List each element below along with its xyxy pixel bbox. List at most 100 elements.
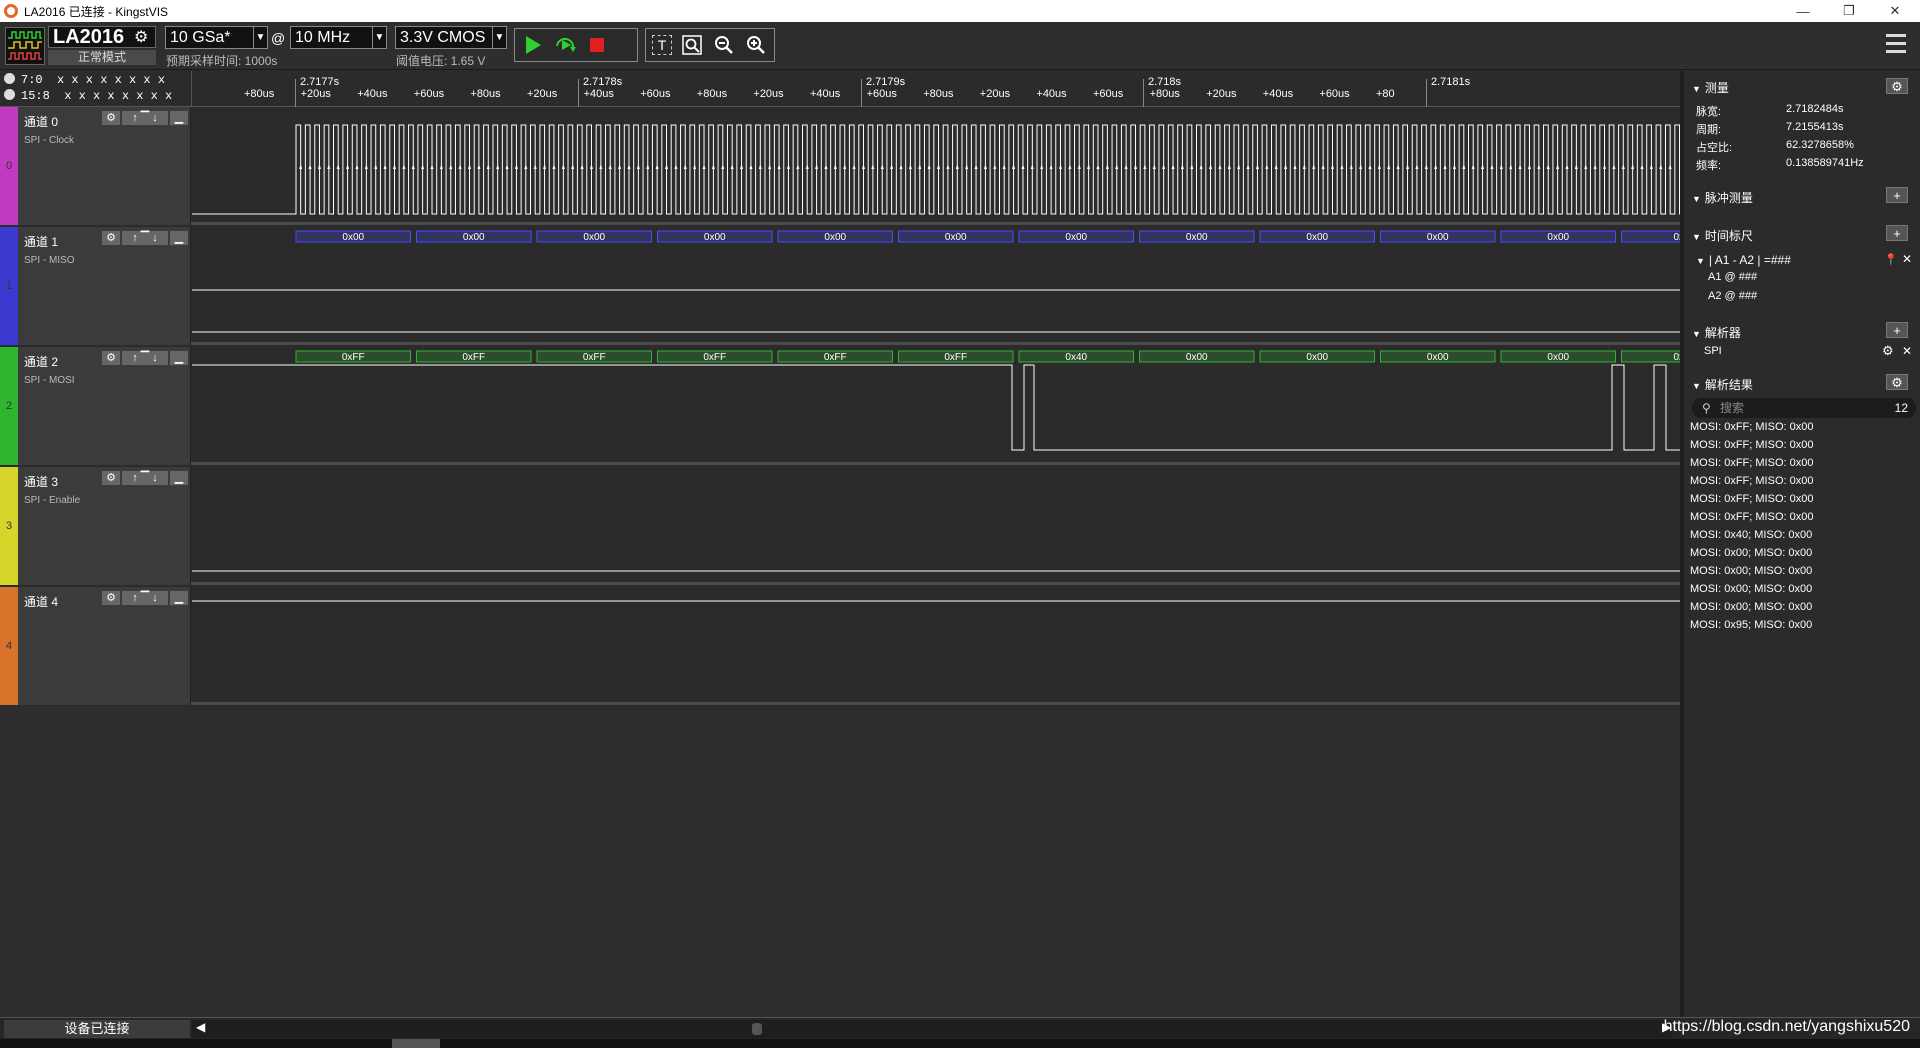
scroll-left-icon[interactable]: ◀ <box>196 1020 205 1034</box>
result-item[interactable]: MOSI: 0x00; MISO: 0x00 <box>1690 547 1812 559</box>
low-level-trigger-icon[interactable]: ▁ <box>170 231 188 245</box>
sample-rate-value: 10 GSa* <box>170 29 231 46</box>
result-item[interactable]: MOSI: 0x95; MISO: 0x00 <box>1690 619 1812 631</box>
stop-icon[interactable] <box>585 33 609 57</box>
low-level-trigger-icon[interactable]: ▁ <box>170 471 188 485</box>
close-icon[interactable]: ✕ <box>1902 252 1912 266</box>
watermark: https://blog.csdn.net/yangshixu520 <box>1663 1018 1910 1035</box>
analyzer-section-title[interactable]: 解析器 <box>1692 324 1741 341</box>
app-logo-icon <box>4 4 18 18</box>
decode-value: 0x00 <box>1186 232 1208 243</box>
zoom-in-icon[interactable] <box>744 33 768 57</box>
close-icon[interactable]: ✕ <box>1902 344 1912 358</box>
device-waveform-icon[interactable] <box>5 27 45 65</box>
trigger-radio[interactable] <box>4 73 15 84</box>
gear-icon[interactable]: ⚙ <box>102 111 120 125</box>
channel-color-bar[interactable]: 1 <box>0 227 18 345</box>
gear-icon[interactable]: ⚙ <box>102 351 120 365</box>
maximize-button[interactable]: ❐ <box>1826 0 1872 22</box>
edge-trigger-icon[interactable]: ↑ ▔ ↓ <box>122 351 168 365</box>
channel-info: 通道 0 SPI - Clock ⚙ ↑ ▔ ↓ ▁ <box>18 107 191 225</box>
edge-trigger-icon[interactable]: ↑ ▔ ↓ <box>122 591 168 605</box>
result-item[interactable]: MOSI: 0xFF; MISO: 0x00 <box>1690 421 1813 433</box>
channel-name[interactable]: 通道 4 <box>24 593 58 610</box>
menu-icon[interactable] <box>1886 34 1906 56</box>
channel-row-4[interactable]: 4 通道 4 ⚙ ↑ ▔ ↓ ▁ <box>0 587 1680 705</box>
channel-color-bar[interactable]: 3 <box>0 467 18 585</box>
voltage-select[interactable]: 3.3V CMOS ▼ <box>395 26 507 49</box>
edge-trigger-icon[interactable]: ↑ ▔ ↓ <box>122 111 168 125</box>
low-level-trigger-icon[interactable]: ▁ <box>170 111 188 125</box>
sample-frequency-select[interactable]: 10 MHz ▼ <box>290 26 387 49</box>
channel-name[interactable]: 通道 2 <box>24 353 58 370</box>
result-item[interactable]: MOSI: 0x00; MISO: 0x00 <box>1690 565 1812 577</box>
channel-row-3[interactable]: 3 通道 3 SPI - Enable ⚙ ↑ ▔ ↓ ▁ <box>0 467 1680 585</box>
ruler-major-tick: 2.7177s <box>300 76 340 88</box>
zoom-fit-icon[interactable] <box>680 33 704 57</box>
result-item[interactable]: MOSI: 0xFF; MISO: 0x00 <box>1690 457 1813 469</box>
decode-box[interactable] <box>1621 230 1681 243</box>
decode-value: 0xFF <box>944 352 967 363</box>
result-item[interactable]: MOSI: 0xFF; MISO: 0x00 <box>1690 493 1813 505</box>
time-ruler-section-title[interactable]: 时间标尺 <box>1692 227 1753 244</box>
result-item[interactable]: MOSI: 0xFF; MISO: 0x00 <box>1690 439 1813 451</box>
time-ruler[interactable]: 7:0 x x x x x x x x 15:8 x x x x x x x x… <box>0 71 1680 107</box>
zoom-out-icon[interactable] <box>712 33 736 57</box>
edge-trigger-icon[interactable]: ↑ ▔ ↓ <box>122 471 168 485</box>
minimize-button[interactable]: — <box>1780 0 1826 22</box>
pin-icon[interactable]: 📍 <box>1884 253 1898 266</box>
add-analyzer-button[interactable]: + <box>1886 322 1908 338</box>
low-level-trigger-icon[interactable]: ▁ <box>170 351 188 365</box>
channel-name[interactable]: 通道 1 <box>24 233 58 250</box>
sample-rate-select[interactable]: 10 GSa* ▼ <box>165 26 268 49</box>
results-section-title[interactable]: 解析结果 <box>1692 376 1753 393</box>
result-item[interactable]: MOSI: 0xFF; MISO: 0x00 <box>1690 475 1813 487</box>
result-item[interactable]: MOSI: 0x00; MISO: 0x00 <box>1690 601 1812 613</box>
search-input[interactable]: ⚲ 搜索 12 <box>1692 398 1916 418</box>
text-tool-icon[interactable]: T <box>652 35 672 55</box>
toolbar: LA2016 ⚙ 正常模式 10 GSa* ▼ @ 10 MHz ▼ 3.3V … <box>0 22 1920 70</box>
gear-icon[interactable]: ⚙ <box>102 591 120 605</box>
add-pulse-button[interactable]: + <box>1886 187 1908 203</box>
ruler-major-tick: 2.7178s <box>583 76 623 88</box>
ruler-minor-tick: +20us <box>753 88 784 100</box>
channel-row-1[interactable]: 1 通道 1 SPI - MISO ⚙ ↑ ▔ ↓ ▁ 0x00 0x00 0x00… <box>0 227 1680 345</box>
trigger-radio[interactable] <box>4 89 15 100</box>
trigger-row-15-8-text: 15:8 x x x x x x x x <box>21 89 173 103</box>
result-item[interactable]: MOSI: 0xFF; MISO: 0x00 <box>1690 511 1813 523</box>
channel-color-bar[interactable]: 2 <box>0 347 18 465</box>
channel-name[interactable]: 通道 0 <box>24 113 58 130</box>
channel-name[interactable]: 通道 3 <box>24 473 58 490</box>
channel-color-bar[interactable]: 0 <box>0 107 18 225</box>
channel-row-0[interactable]: 0 通道 0 SPI - Clock ⚙ ↑ ▔ ↓ ▁ <box>0 107 1680 225</box>
ruler-minor-tick: +20us <box>300 88 331 100</box>
ruler-expression[interactable]: | A1 - A2 | =### <box>1696 253 1791 267</box>
close-button[interactable]: ✕ <box>1872 0 1918 22</box>
decode-box[interactable] <box>1621 350 1681 363</box>
channel-row-2[interactable]: 2 通道 2 SPI - MOSI ⚙ ↑ ▔ ↓ ▁ 0xFF 0xFF 0xFF… <box>0 347 1680 465</box>
gear-icon[interactable]: ⚙ <box>102 471 120 485</box>
measure-settings-gear-icon[interactable]: ⚙ <box>1886 78 1908 94</box>
loop-play-icon[interactable] <box>553 33 577 57</box>
trigger-row-15-8[interactable]: 15:8 x x x x x x x x <box>4 89 172 103</box>
measure-section-title[interactable]: 测量 <box>1692 79 1729 96</box>
edge-trigger-icon[interactable]: ↑ ▔ ↓ <box>122 231 168 245</box>
device-settings-gear-icon[interactable]: ⚙ <box>134 27 148 47</box>
add-ruler-button[interactable]: + <box>1886 225 1908 241</box>
channel-description: SPI - MISO <box>24 255 75 266</box>
gear-icon[interactable]: ⚙ <box>102 231 120 245</box>
horizontal-scrollbar[interactable] <box>192 1020 1672 1038</box>
taskbar-strip <box>0 1039 1920 1048</box>
scrollbar-thumb[interactable] <box>752 1023 762 1035</box>
results-settings-gear-icon[interactable]: ⚙ <box>1886 374 1908 390</box>
analyzer-item-spi[interactable]: SPI <box>1704 345 1722 357</box>
ruler-minor-tick: +60us <box>1093 88 1124 100</box>
analyzer-gear-icon[interactable]: ⚙ <box>1882 343 1894 359</box>
channel-color-bar[interactable]: 4 <box>0 587 18 705</box>
low-level-trigger-icon[interactable]: ▁ <box>170 591 188 605</box>
result-item[interactable]: MOSI: 0x40; MISO: 0x00 <box>1690 529 1812 541</box>
pulse-section-title[interactable]: 脉冲测量 <box>1692 189 1753 206</box>
trigger-row-7-0[interactable]: 7:0 x x x x x x x x <box>4 73 165 87</box>
result-item[interactable]: MOSI: 0x00; MISO: 0x00 <box>1690 583 1812 595</box>
play-icon[interactable] <box>521 33 545 57</box>
